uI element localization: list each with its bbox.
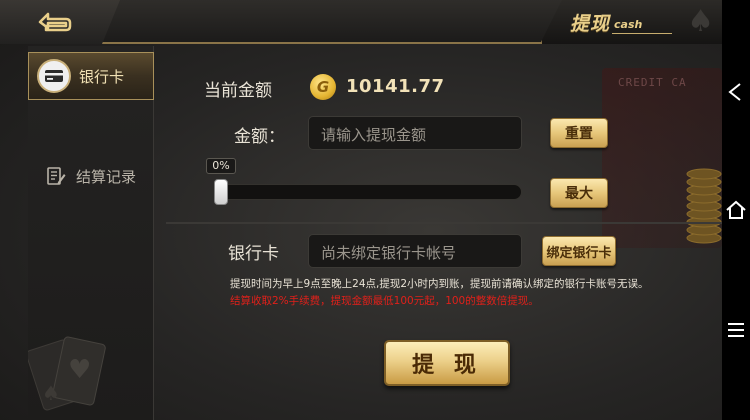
amount-label: 金额： — [234, 127, 285, 147]
amount-slider-thumb[interactable] — [214, 179, 228, 205]
credit-card-text: CREDIT CA — [618, 76, 687, 89]
slider-percent-label: 0% — [206, 158, 236, 174]
page-title: 提现 — [570, 13, 611, 35]
withdraw-submit-button[interactable]: 提 现 — [384, 340, 510, 386]
nav-home-icon[interactable] — [724, 198, 748, 222]
sidebar-item-label: 结算记录 — [76, 167, 137, 186]
gold-coin-icon: G — [310, 74, 336, 100]
sidebar-item-bank-card[interactable]: 银行卡 — [28, 52, 154, 100]
ledger-edit-icon — [47, 167, 66, 185]
nav-menu-icon[interactable] — [724, 318, 748, 342]
withdraw-fee-note: 结算收取2%手续费，提现金额最低100元起，100的整数倍提现。 — [230, 295, 539, 307]
spade-icon: ♠ — [687, 4, 714, 39]
balance-value: 10141.77 — [346, 76, 445, 97]
system-nav-bar — [722, 0, 750, 420]
bank-card-icon — [37, 59, 71, 93]
sidebar-item-label: 银行卡 — [79, 67, 125, 86]
title-panel: 提现 cash ♠ — [540, 0, 722, 44]
coin-stack-decoration — [686, 168, 722, 244]
game-screen: 提现 cash ♠ 银行卡 结算记录 ♥ ♠ CREDIT CA 当前金额 G … — [0, 0, 722, 420]
back-button[interactable] — [0, 0, 120, 44]
withdraw-time-note: 提现时间为早上9点至晚上24点,提现2小时内到账，提现前请确认绑定的银行卡账号无… — [230, 278, 649, 290]
credit-card-decoration: CREDIT CA — [602, 68, 722, 248]
max-button[interactable]: 最大 — [550, 178, 608, 208]
top-bar: 提现 cash ♠ — [0, 0, 722, 44]
svg-text:♠: ♠ — [42, 381, 60, 405]
withdraw-panel: CREDIT CA 当前金额 G 10141.77 金额： 请输入提现金额 重置… — [156, 46, 722, 420]
amount-input[interactable]: 请输入提现金额 — [308, 116, 522, 150]
sidebar-item-settlement-records[interactable]: 结算记录 — [28, 154, 154, 198]
reset-button[interactable]: 重置 — [550, 118, 608, 148]
section-divider — [166, 222, 722, 224]
playing-cards-decoration: ♥ ♠ — [28, 336, 106, 411]
title-underline — [612, 33, 672, 34]
sidebar: 银行卡 结算记录 ♥ ♠ — [28, 46, 154, 420]
bind-bank-card-button[interactable]: 绑定银行卡 — [542, 236, 616, 266]
balance-label: 当前金额 — [204, 81, 272, 101]
bank-account-field[interactable]: 尚未绑定银行卡帐号 — [308, 234, 522, 268]
page-subtitle: cash — [614, 18, 643, 31]
nav-back-icon[interactable] — [724, 80, 748, 104]
amount-slider-track[interactable] — [214, 184, 522, 200]
svg-text:♥: ♥ — [68, 355, 91, 385]
back-arrow-icon — [38, 12, 72, 32]
bank-card-label: 银行卡 — [228, 244, 279, 264]
